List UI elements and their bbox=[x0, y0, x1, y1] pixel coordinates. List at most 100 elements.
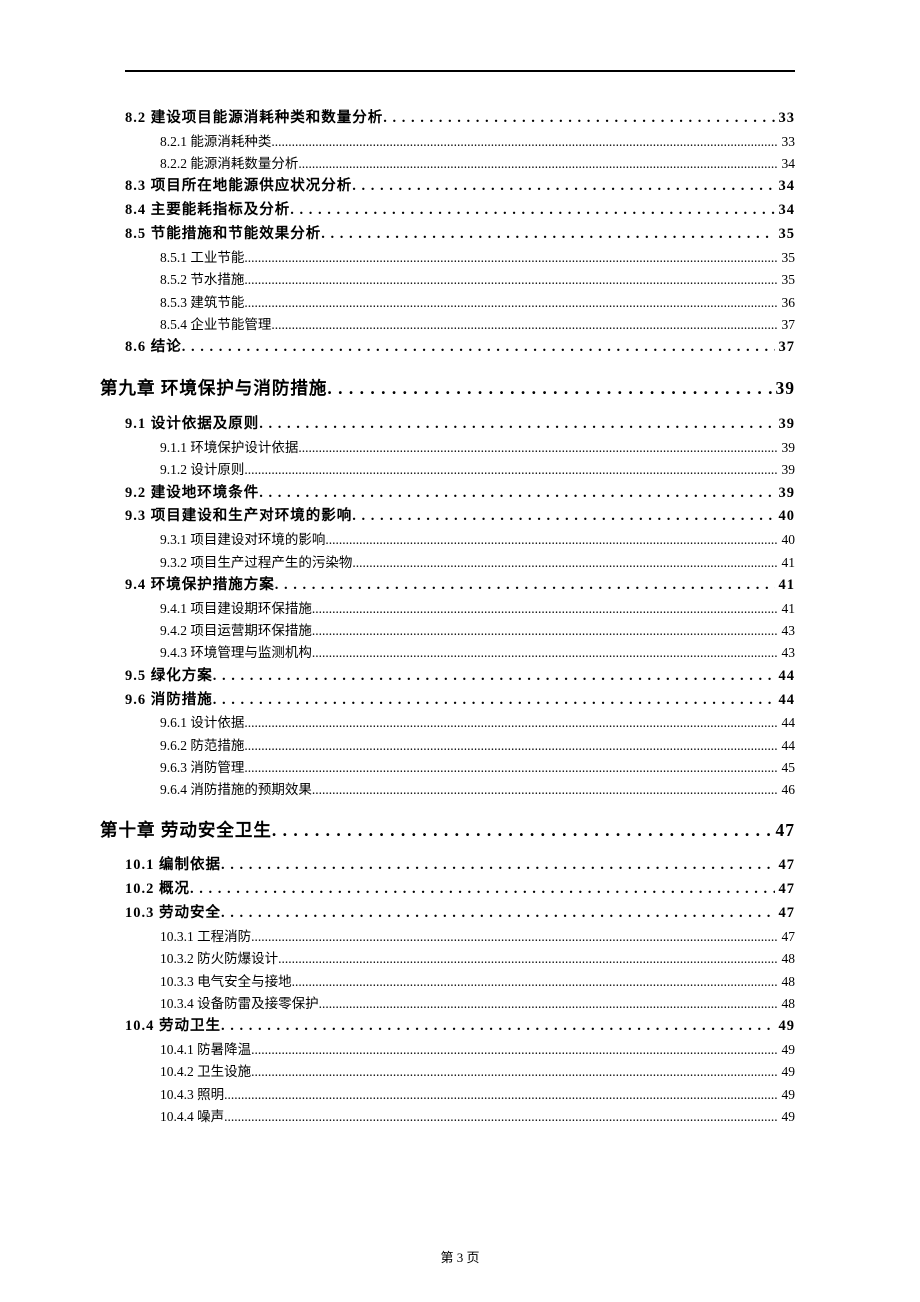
toc-entry-page: 40 bbox=[778, 529, 796, 551]
toc-entry-title: 9.4 环境保护措施方案 bbox=[125, 574, 275, 598]
toc-entry-title: 9.3 项目建设和生产对环境的影响 bbox=[125, 505, 352, 529]
toc-entry-title: 9.4.1 项目建设期环保措施 bbox=[160, 598, 312, 620]
toc-entry-title: 9.5 绿化方案 bbox=[125, 665, 213, 689]
toc-entry-title: 8.2 建设项目能源消耗种类和数量分析 bbox=[125, 107, 383, 131]
toc-entry: 第十章 劳动安全卫生47 bbox=[100, 816, 795, 845]
toc-entry-page: 44 bbox=[775, 689, 796, 713]
toc-entry-title: 9.3.2 项目生产过程产生的污染物 bbox=[160, 552, 352, 574]
toc-entry-page: 48 bbox=[778, 993, 796, 1015]
toc-entry-page: 47 bbox=[775, 854, 796, 878]
toc-entry-title: 10.3.3 电气安全与接地 bbox=[160, 971, 292, 993]
toc-entry: 8.5 节能措施和节能效果分析35 bbox=[125, 223, 795, 247]
toc-entry: 8.5.4 企业节能管理37 bbox=[160, 314, 795, 336]
toc-leader-dots bbox=[298, 153, 777, 175]
toc-entry: 10.1 编制依据47 bbox=[125, 854, 795, 878]
toc-entry: 10.3.4 设备防雷及接零保护48 bbox=[160, 993, 795, 1015]
toc-entry-page: 39 bbox=[775, 413, 796, 437]
toc-entry: 8.2.1 能源消耗种类 33 bbox=[160, 131, 795, 153]
toc-entry: 10.4.3 照明49 bbox=[160, 1084, 795, 1106]
toc-entry: 10.3.2 防火防爆设计 48 bbox=[160, 948, 795, 970]
toc-entry-title: 第十章 劳动安全卫生 bbox=[100, 816, 272, 845]
toc-leader-dots bbox=[312, 598, 778, 620]
toc-entry-title: 8.5.1 工业节能 bbox=[160, 247, 244, 269]
toc-entry: 8.5.1 工业节能35 bbox=[160, 247, 795, 269]
toc-entry: 9.4.2 项目运营期环保措施43 bbox=[160, 620, 795, 642]
toc-entry-title: 9.1.1 环境保护设计依据 bbox=[160, 437, 298, 459]
toc-entry-page: 34 bbox=[775, 175, 796, 199]
toc-leader-dots bbox=[244, 757, 777, 779]
toc-entry-page: 33 bbox=[778, 131, 796, 153]
toc-entry-title: 10.2 概况 bbox=[125, 878, 190, 902]
toc-entry-title: 10.3 劳动安全 bbox=[125, 902, 221, 926]
toc-entry: 10.4.2 卫生设施 49 bbox=[160, 1061, 795, 1083]
toc-entry: 10.3.1 工程消防47 bbox=[160, 926, 795, 948]
toc-entry: 8.3 项目所在地能源供应状况分析 34 bbox=[125, 175, 795, 199]
toc-entry-title: 9.2 建设地环境条件 bbox=[125, 482, 259, 506]
toc-entry-title: 10.3.2 防火防爆设计 bbox=[160, 948, 278, 970]
toc-entry: 9.3.2 项目生产过程产生的污染物41 bbox=[160, 552, 795, 574]
toc-leader-dots bbox=[259, 482, 774, 506]
toc-entry-page: 43 bbox=[778, 620, 796, 642]
toc-entry-page: 44 bbox=[775, 665, 796, 689]
toc-leader-dots bbox=[278, 948, 777, 970]
toc-entry-page: 49 bbox=[778, 1084, 796, 1106]
toc-leader-dots bbox=[327, 374, 771, 403]
toc-entry: 9.6.4 消防措施的预期效果46 bbox=[160, 779, 795, 801]
toc-leader-dots bbox=[290, 199, 774, 223]
toc-entry-title: 第九章 环境保护与消防措施 bbox=[100, 374, 327, 403]
toc-leader-dots bbox=[244, 459, 777, 481]
toc-leader-dots bbox=[383, 107, 774, 131]
toc-entry-title: 9.6.2 防范措施 bbox=[160, 735, 244, 757]
toc-leader-dots bbox=[271, 314, 777, 336]
toc-entry-title: 8.5.4 企业节能管理 bbox=[160, 314, 271, 336]
toc-leader-dots bbox=[244, 269, 777, 291]
toc-entry-page: 49 bbox=[778, 1061, 796, 1083]
toc-entry-title: 9.3.1 项目建设对环境的影响 bbox=[160, 529, 325, 551]
toc-entry-page: 39 bbox=[778, 459, 796, 481]
toc-entry-page: 35 bbox=[775, 223, 796, 247]
toc-entry-page: 41 bbox=[775, 574, 796, 598]
toc-entry: 9.6 消防措施44 bbox=[125, 689, 795, 713]
toc-entry-title: 10.4 劳动卫生 bbox=[125, 1015, 221, 1039]
toc-leader-dots bbox=[312, 620, 778, 642]
table-of-contents: 8.2 建设项目能源消耗种类和数量分析338.2.1 能源消耗种类338.2.2… bbox=[125, 107, 795, 1128]
page-footer: 第 3 页 bbox=[0, 1247, 920, 1266]
toc-entry: 9.1.2 设计原则39 bbox=[160, 459, 795, 481]
toc-entry-title: 8.2.1 能源消耗种类 bbox=[160, 131, 271, 153]
toc-entry: 10.3.3 电气安全与接地48 bbox=[160, 971, 795, 993]
toc-entry-title: 8.5.2 节水措施 bbox=[160, 269, 244, 291]
toc-leader-dots bbox=[298, 437, 777, 459]
toc-entry-page: 46 bbox=[778, 779, 796, 801]
toc-entry: 9.4.1 项目建设期环保措施 41 bbox=[160, 598, 795, 620]
top-divider bbox=[125, 70, 795, 72]
toc-leader-dots bbox=[221, 1015, 775, 1039]
toc-entry: 10.4 劳动卫生49 bbox=[125, 1015, 795, 1039]
toc-leader-dots bbox=[224, 1084, 777, 1106]
toc-entry-title: 9.6.1 设计依据 bbox=[160, 712, 244, 734]
toc-leader-dots bbox=[312, 779, 778, 801]
toc-leader-dots bbox=[221, 854, 775, 878]
toc-entry-title: 8.4 主要能耗指标及分析 bbox=[125, 199, 290, 223]
toc-leader-dots bbox=[224, 1106, 777, 1128]
toc-entry: 9.1.1 环境保护设计依据39 bbox=[160, 437, 795, 459]
toc-entry-title: 8.3 项目所在地能源供应状况分析 bbox=[125, 175, 352, 199]
toc-leader-dots bbox=[244, 247, 777, 269]
toc-leader-dots bbox=[259, 413, 774, 437]
toc-entry-title: 10.4.4 噪声 bbox=[160, 1106, 224, 1128]
toc-entry-page: 34 bbox=[775, 199, 796, 223]
toc-entry: 8.5.3 建筑节能36 bbox=[160, 292, 795, 314]
toc-entry-page: 47 bbox=[775, 878, 796, 902]
toc-entry: 9.3 项目建设和生产对环境的影响40 bbox=[125, 505, 795, 529]
toc-entry-page: 48 bbox=[778, 948, 796, 970]
toc-leader-dots bbox=[244, 292, 777, 314]
toc-entry-page: 45 bbox=[778, 757, 796, 779]
toc-leader-dots bbox=[213, 689, 775, 713]
toc-entry-title: 10.4.2 卫生设施 bbox=[160, 1061, 251, 1083]
toc-leader-dots bbox=[275, 574, 775, 598]
toc-entry-title: 10.3.1 工程消防 bbox=[160, 926, 251, 948]
toc-entry: 10.2 概况 47 bbox=[125, 878, 795, 902]
toc-leader-dots bbox=[352, 175, 774, 199]
toc-entry: 9.6.1 设计依据44 bbox=[160, 712, 795, 734]
toc-entry-page: 41 bbox=[778, 598, 796, 620]
toc-leader-dots bbox=[251, 1061, 777, 1083]
